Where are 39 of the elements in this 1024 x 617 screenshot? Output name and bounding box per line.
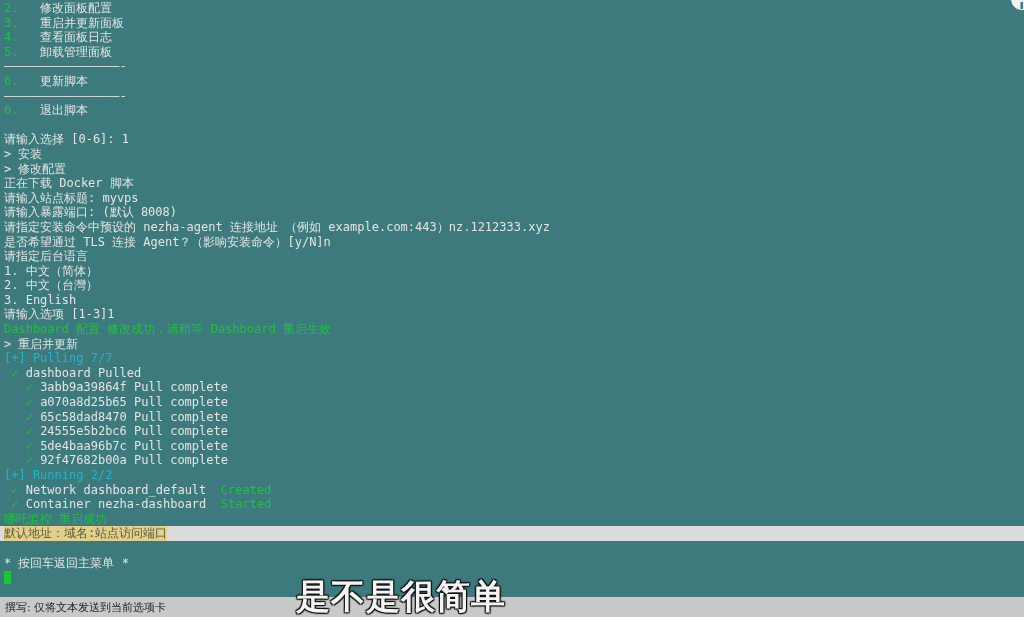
terminal-line: ✓ 24555e5b2bc6 Pull complete xyxy=(24,424,228,439)
terminal-line: 正在下载 Docker 脚本 xyxy=(4,176,134,191)
terminal-line: > 重启并更新 xyxy=(4,336,79,352)
terminal-line: ✓ dashboard Pulled xyxy=(10,365,142,381)
terminal-line: ✓ Container nezha-dashboard Started xyxy=(10,497,272,512)
selected-text: 默认地址：域名:站点访问端口 xyxy=(4,526,168,541)
terminal-line: ✓ 5de4baa96b7c Pull complete xyxy=(24,438,228,454)
terminal-line: 5. 卸载管理面板 xyxy=(4,44,113,60)
terminal-line: 请输入暴露端口: (默认 8008) xyxy=(4,205,178,220)
terminal-line: 1. 中文（简体） xyxy=(4,263,98,279)
terminal-line: [+] Pulling 7/7 xyxy=(4,351,113,366)
terminal-line: ————————————————- xyxy=(4,59,127,74)
terminal-line: > 修改配置 xyxy=(4,161,67,177)
terminal-line: Dashboard 配置 修改成功，请稍等 Dashboard 重启生效 xyxy=(4,322,331,337)
status-text: 撰写: 仅将文本发送到当前选项卡 xyxy=(5,599,167,615)
terminal-line: 请输入选项 [1-3]1 xyxy=(4,307,115,323)
terminal-line: * 按回车返回主菜单 * xyxy=(4,555,129,571)
terminal-line: ✓ 92f47682b00a Pull complete xyxy=(24,453,228,468)
terminal-line: > 安装 xyxy=(4,146,43,162)
terminal-line: ✓ 3abb9a39864f Pull complete xyxy=(24,380,228,396)
terminal-line: 是否希望通过 TLS 连接 Agent？（影响安装命令）[y/N]n xyxy=(4,234,331,250)
terminal-line: 哪吒监控 重启成功 xyxy=(4,511,108,527)
terminal-line: 2. 中文（台灣） xyxy=(4,278,98,293)
terminal-line: 4. 查看面板日志 xyxy=(4,30,113,45)
terminal-line: [+] Running 2/2 xyxy=(4,468,113,483)
terminal-line: 请输入选择 [0-6]: 1 xyxy=(4,132,130,147)
terminal-line: 3. 重启并更新面板 xyxy=(4,15,125,31)
terminal-line: 请输入站点标题: myvps xyxy=(4,190,139,206)
terminal-line: 请指定后台语言 xyxy=(4,249,88,264)
text-cursor xyxy=(4,570,11,584)
terminal-line: ————————————————- xyxy=(4,88,127,104)
terminal-line: 0. 退出脚本 xyxy=(4,103,89,118)
terminal-line: 2. 修改面板配置 xyxy=(4,1,113,16)
terminal-line: ✓ a070a8d25b65 Pull complete xyxy=(24,395,228,410)
terminal-line: 6. 更新脚本 xyxy=(4,73,89,89)
terminal-line: 3. English xyxy=(4,292,77,308)
terminal-line: ✓ Network dashboard_default Created xyxy=(10,482,272,498)
terminal-line: 请指定安装命令中预设的 nezha-agent 连接地址 （例如 example.com:443）nz.1212333.xyz xyxy=(4,219,550,235)
terminal-line: ✓ 65c58dad8470 Pull complete xyxy=(24,409,228,425)
